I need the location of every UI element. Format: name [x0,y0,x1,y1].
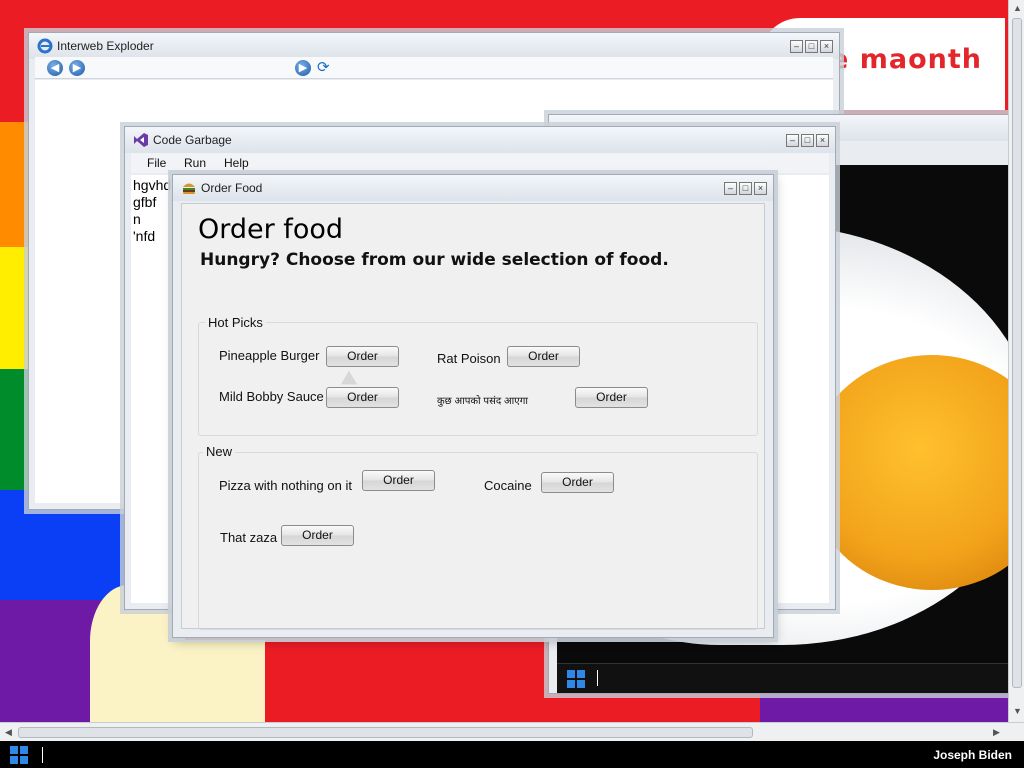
new-label: New [203,444,236,459]
back-icon[interactable]: ◀ [47,60,63,76]
item-pizza: Pizza with nothing on it [219,478,352,493]
hot-picks-group [198,322,758,436]
maximize-button[interactable]: □ [739,182,752,195]
code-garbage-window-controls: – □ × [786,134,829,147]
item-mild-bobby-sauce: Mild Bobby Sauce [219,389,324,404]
menu-run[interactable]: Run [184,156,206,170]
close-button[interactable]: × [820,40,833,53]
code-garbage-titlebar[interactable]: Code Garbage – □ × [125,127,835,153]
code-garbage-menubar: File Run Help [131,153,829,173]
banner-text: e maonth [830,44,982,75]
order-food-window-controls: – □ × [724,182,767,195]
windows-start-icon[interactable] [10,746,28,764]
maximize-button[interactable]: □ [805,40,818,53]
ie-window-controls: – □ × [790,40,833,53]
horizontal-scrollbar[interactable]: ◀ ▶ [0,722,1024,741]
order-hindi-special-button[interactable]: Order [575,387,648,408]
code-line: 'nfd [133,228,156,244]
user-name: Joseph Biden [933,748,1012,762]
page-subtitle: Hungry? Choose from our wide selection o… [200,250,669,270]
ie-title: Interweb Exploder [57,39,154,53]
burger-icon [183,183,195,194]
vertical-scrollbar[interactable]: ▲ ▼ [1008,0,1024,722]
ie-logo-icon [37,38,53,54]
maximize-button[interactable]: □ [801,134,814,147]
desktop: e maonth Interweb Exploder – □ × ◀ ▶ ▶ ⟳ [0,0,1024,768]
windows-start-icon[interactable] [567,670,585,688]
visual-studio-icon [134,133,148,147]
vertical-scroll-thumb[interactable] [1012,18,1022,688]
order-rat-poison-button[interactable]: Order [507,346,580,367]
order-food-titlebar[interactable]: Order Food – □ × [173,175,773,201]
minimize-button[interactable]: – [786,134,799,147]
taskbar: Joseph Biden [0,741,1024,768]
order-pineapple-burger-button[interactable]: Order [326,346,399,367]
refresh-icon[interactable]: ⟳ [317,58,330,76]
scroll-left-icon[interactable]: ◀ [5,727,12,738]
inner-taskbar-caret [597,670,598,686]
horizontal-scroll-thumb[interactable] [18,727,753,738]
minimize-button[interactable]: – [790,40,803,53]
order-cocaine-button[interactable]: Order [541,472,614,493]
forward-icon[interactable]: ▶ [69,60,85,76]
menu-file[interactable]: File [147,156,166,170]
item-hindi-special: कुछ आपको पसंद आएगा [437,396,528,407]
close-button[interactable]: × [816,134,829,147]
item-that-zaza: That zaza [220,530,278,545]
item-pineapple-burger: Pineapple Burger [219,348,320,363]
code-line: n [133,211,141,227]
order-mild-bobby-sauce-button[interactable]: Order [326,387,399,408]
close-button[interactable]: × [754,182,767,195]
ie-titlebar[interactable]: Interweb Exploder – □ × [29,33,839,59]
scroll-down-icon[interactable]: ▼ [1013,706,1022,716]
order-food-window[interactable]: Order Food – □ × Order food Hungry? Choo… [172,174,774,638]
ie-toolbar: ◀ ▶ ▶ ⟳ [35,57,833,79]
order-food-body: Order food Hungry? Choose from our wide … [181,203,765,630]
order-that-zaza-button[interactable]: Order [281,525,354,546]
page-title: Order food [198,214,343,245]
code-line: hgvhd [133,177,172,193]
order-food-title: Order Food [201,181,263,195]
taskbar-caret [42,747,43,763]
code-line: gfbf [133,194,157,210]
scroll-up-icon[interactable]: ▲ [1013,3,1022,13]
item-cocaine: Cocaine [484,478,532,493]
code-garbage-title: Code Garbage [153,133,232,147]
menu-help[interactable]: Help [224,156,249,170]
background-cream-shape-2 [180,640,265,725]
go-icon[interactable]: ▶ [295,60,311,76]
item-rat-poison: Rat Poison [437,351,501,366]
minimize-button[interactable]: – [724,182,737,195]
order-pizza-button[interactable]: Order [362,470,435,491]
hot-picks-label: Hot Picks [205,315,266,330]
inner-taskbar [557,663,1009,693]
scroll-right-icon[interactable]: ▶ [993,727,1000,738]
